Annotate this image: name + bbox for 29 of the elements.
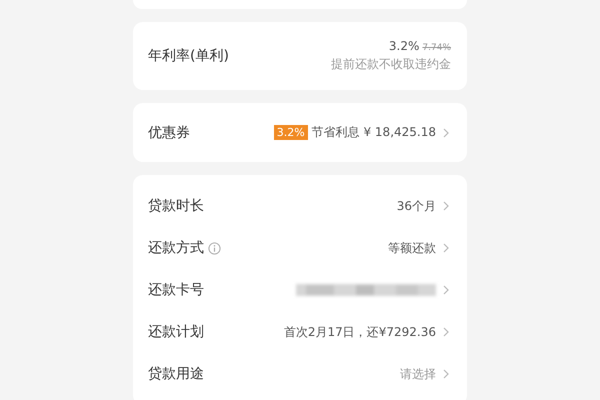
detail-label: 还款计划	[148, 323, 204, 341]
detail-value: 首次2月17日，还¥7292.36	[284, 324, 436, 340]
coupon-label: 优惠券	[148, 124, 190, 142]
original-rate: 7.74%	[422, 43, 451, 53]
rate-note: 提前还款不收取违约金	[331, 56, 451, 73]
detail-row[interactable]: 贷款用途 请选择	[148, 353, 449, 395]
chevron-icon	[443, 201, 449, 211]
detail-row[interactable]: 还款卡号	[148, 269, 449, 311]
detail-row[interactable]: 还款计划 首次2月17日，还¥7292.36	[148, 311, 449, 353]
chevron-icon	[443, 327, 449, 337]
coupon-savings: 节省利息 ¥ 18,425.18	[312, 124, 436, 141]
detail-row[interactable]: 贷款时长 36个月	[148, 185, 449, 227]
chevron-icon	[443, 128, 449, 138]
detail-label: 还款方式	[148, 239, 204, 257]
detail-label: 贷款用途	[148, 365, 204, 383]
rate-label: 年利率(单利)	[148, 47, 229, 65]
chevron-icon	[443, 369, 449, 379]
detail-label: 还款卡号	[148, 281, 204, 299]
chevron-icon	[443, 285, 449, 295]
chevron-icon	[443, 243, 449, 253]
detail-label: 贷款时长	[148, 197, 204, 215]
detail-value: 等额还款	[388, 240, 436, 256]
info-icon[interactable]	[208, 242, 221, 254]
coupon-badge: 3.2%	[274, 125, 308, 140]
coupon-row[interactable]: 优惠券 3.2% 节省利息 ¥ 18,425.18	[133, 103, 467, 162]
detail-value: 36个月	[396, 198, 436, 214]
detail-row[interactable]: 还款方式 等额还款	[148, 227, 449, 269]
detail-placeholder: 请选择	[400, 366, 436, 382]
rate-value: 3.2%	[388, 39, 420, 53]
